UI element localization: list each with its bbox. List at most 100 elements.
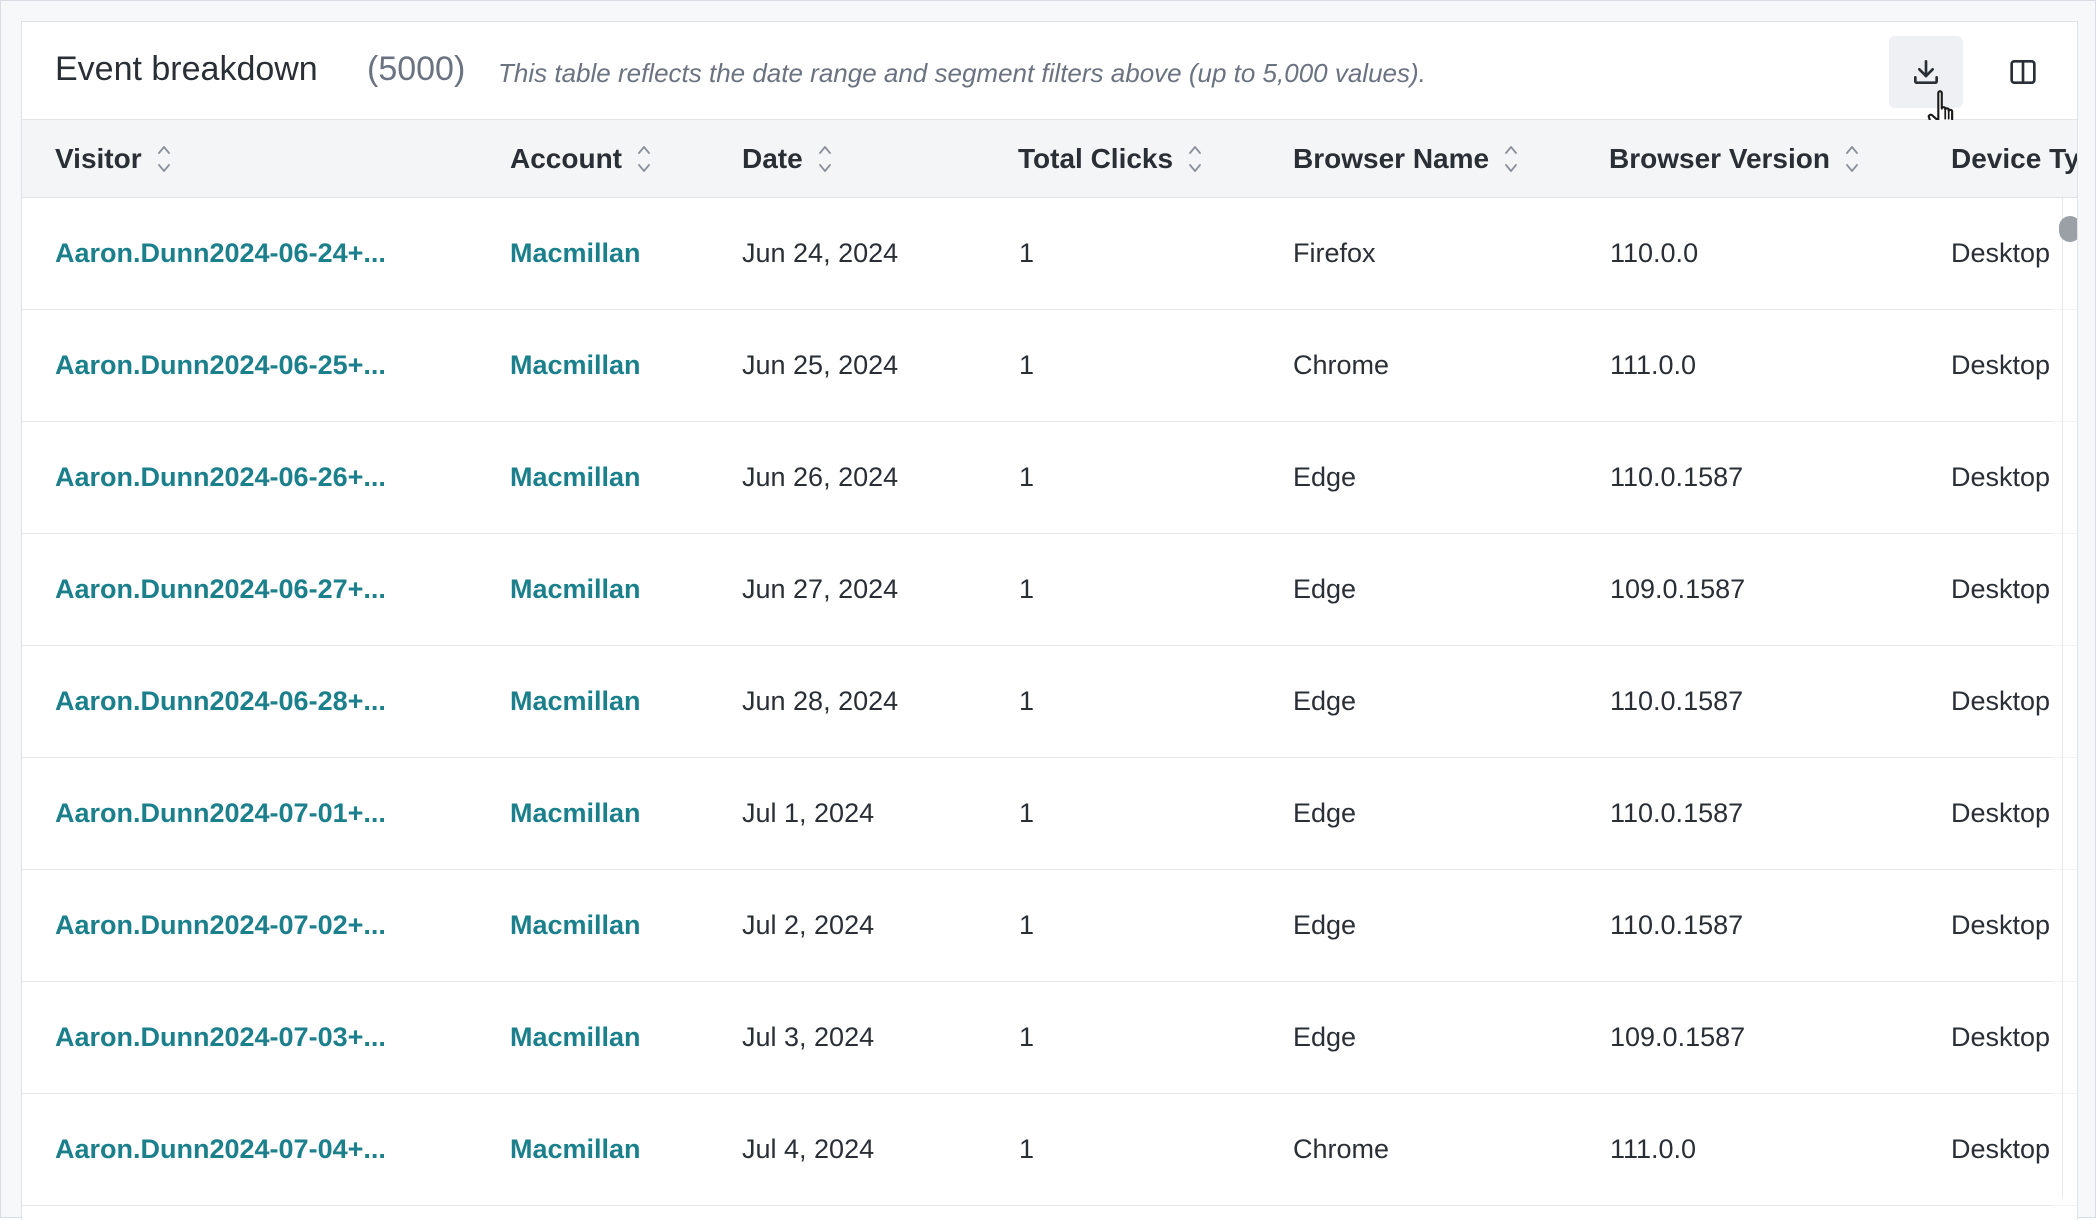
horizontal-overflow-fade: [2052, 198, 2077, 1220]
total-clicks-cell: 1: [1019, 462, 1035, 492]
date-cell: Jun 24, 2024: [742, 238, 899, 268]
download-icon: [1914, 60, 1938, 84]
table-row: Aaron.Dunn2024-06-28+... Macmillan Jun 28,…: [22, 646, 2077, 758]
total-clicks-cell: 1: [1019, 798, 1035, 828]
date-cell: Jun 27, 2024: [742, 574, 899, 604]
browser-name-cell: Firefox: [1293, 238, 1376, 268]
download-button[interactable]: [1889, 36, 1963, 108]
visitor-link[interactable]: Aaron.Dunn2024-06-28+...: [55, 646, 386, 757]
browser-name-cell: Chrome: [1293, 1134, 1390, 1164]
browser-version-cell: 110.0.1587: [1610, 686, 1744, 716]
device-type-cell: Desktop: [1951, 798, 2051, 828]
total-clicks-cell: 1: [1019, 574, 1035, 604]
event-breakdown-card: Event breakdown (5000) This table reflec…: [21, 21, 2078, 1220]
column-label: Visitor: [55, 143, 142, 174]
table-description: This table reflects the date range and s…: [498, 58, 1426, 88]
sort-icon: [157, 146, 170, 172]
device-type-cell: Desktop: [1951, 686, 2051, 716]
total-clicks-cell: 1: [1019, 686, 1035, 716]
card-header: Event breakdown (5000) This table reflec…: [22, 22, 2077, 134]
columns-toggle-icon: [2010, 60, 2036, 84]
account-link[interactable]: Macmillan: [510, 422, 641, 533]
event-table: Visitor Account Date Total Clicks Browse…: [22, 120, 2077, 1220]
column-header-browser-version[interactable]: Browser Version: [1609, 120, 1860, 198]
sort-icon: [638, 146, 650, 172]
browser-name-cell: Edge: [1293, 910, 1357, 940]
column-header-total-clicks[interactable]: Total Clicks: [1018, 120, 1203, 198]
date-cell: Jul 3, 2024: [742, 1022, 875, 1052]
table-row: Aaron.Dunn2024-06-25+... Macmillan Jun 25,…: [22, 310, 2077, 422]
table-row: Aaron.Dunn2024-06-27+... Macmillan Jun 27,…: [22, 534, 2077, 646]
vertical-scrollbar-track: [2062, 198, 2063, 1198]
column-label: Account: [510, 143, 622, 174]
column-header-browser-name[interactable]: Browser Name: [1293, 120, 1519, 198]
visitor-link[interactable]: Aaron.Dunn2024-06-27+...: [55, 534, 386, 645]
total-clicks-cell: 1: [1019, 1134, 1035, 1164]
event-count: (5000): [367, 50, 466, 88]
sort-icon: [1846, 146, 1858, 172]
device-type-cell: Desktop: [1951, 350, 2051, 380]
visitor-link[interactable]: Aaron.Dunn2024-07-03+...: [55, 982, 386, 1093]
account-link[interactable]: Macmillan: [510, 758, 641, 869]
column-header-date[interactable]: Date: [742, 120, 833, 198]
browser-name-cell: Edge: [1293, 574, 1357, 604]
card-title: Event breakdown: [55, 50, 318, 88]
sort-icon: [1505, 146, 1517, 172]
account-link[interactable]: Macmillan: [510, 1094, 641, 1205]
browser-version-cell: 110.0.1587: [1610, 462, 1744, 492]
device-type-cell: Desktop: [1951, 574, 2051, 604]
browser-version-cell: 109.0.1587: [1610, 1022, 1746, 1052]
account-link[interactable]: Macmillan: [510, 198, 641, 309]
column-label: Device Ty: [1951, 143, 2077, 174]
browser-version-cell: 109.0.1587: [1610, 574, 1746, 604]
column-label: Total Clicks: [1018, 143, 1174, 174]
total-clicks-cell: 1: [1019, 910, 1035, 940]
visitor-link[interactable]: Aaron.Dunn2024-07-04+...: [55, 1094, 386, 1205]
table-row: Aaron.Dunn2024-07-01+... Macmillan Jul 1, …: [22, 758, 2077, 870]
visitor-link[interactable]: Aaron.Dunn2024-07-01+...: [55, 758, 386, 869]
browser-version-cell: 110.0.0: [1610, 238, 1699, 268]
table-header: Visitor Account Date Total Clicks Browse…: [22, 120, 2077, 198]
column-label: Browser Version: [1609, 143, 1830, 174]
columns-toggle-button[interactable]: [1986, 36, 2060, 108]
date-cell: Jul 1, 2024: [742, 798, 875, 828]
browser-name-cell: Chrome: [1293, 350, 1390, 380]
visitor-link[interactable]: Aaron.Dunn2024-06-25+...: [55, 310, 386, 421]
table-row: Aaron.Dunn2024-06-26+... Macmillan Jun 26,…: [22, 422, 2077, 534]
device-type-cell: Desktop: [1951, 1134, 2051, 1164]
device-type-cell: Desktop: [1951, 1022, 2051, 1052]
date-cell: Jun 25, 2024: [742, 350, 899, 380]
device-type-cell: Desktop: [1951, 910, 2051, 940]
column-header-visitor[interactable]: Visitor: [55, 120, 172, 198]
column-label: Browser Name: [1293, 143, 1490, 174]
total-clicks-cell: 1: [1019, 350, 1035, 380]
browser-name-cell: Edge: [1293, 462, 1357, 492]
column-label: Date: [742, 143, 803, 174]
table-body: Aaron.Dunn2024-06-24+... Macmillan Jun 24,…: [22, 198, 2077, 1206]
visitor-link[interactable]: Aaron.Dunn2024-06-24+...: [55, 198, 386, 309]
account-link[interactable]: Macmillan: [510, 870, 641, 981]
browser-version-cell: 111.0.0: [1610, 1134, 1697, 1164]
table-row: Aaron.Dunn2024-07-02+... Macmillan Jul 2, …: [22, 870, 2077, 982]
visitor-link[interactable]: Aaron.Dunn2024-07-02+...: [55, 870, 386, 981]
device-type-cell: Desktop: [1951, 462, 2051, 492]
date-cell: Jul 4, 2024: [742, 1134, 875, 1164]
column-header-account[interactable]: Account: [510, 120, 652, 198]
account-link[interactable]: Macmillan: [510, 982, 641, 1093]
sort-icon: [818, 146, 831, 172]
browser-name-cell: Edge: [1293, 686, 1357, 716]
table-row: Aaron.Dunn2024-07-03+... Macmillan Jul 3, …: [22, 982, 2077, 1094]
table-row: Aaron.Dunn2024-07-04+... Macmillan Jul 4, …: [22, 1094, 2077, 1206]
page-frame: Event breakdown (5000) This table reflec…: [0, 0, 2096, 1220]
visitor-link[interactable]: Aaron.Dunn2024-06-26+...: [55, 422, 386, 533]
total-clicks-cell: 1: [1019, 238, 1035, 268]
browser-name-cell: Edge: [1293, 798, 1357, 828]
account-link[interactable]: Macmillan: [510, 310, 641, 421]
column-header-device-type[interactable]: Device Ty: [1951, 120, 2077, 198]
account-link[interactable]: Macmillan: [510, 646, 641, 757]
vertical-scrollbar-thumb[interactable]: [2059, 216, 2077, 242]
date-cell: Jun 26, 2024: [742, 462, 899, 492]
account-link[interactable]: Macmillan: [510, 534, 641, 645]
date-cell: Jun 28, 2024: [742, 686, 899, 716]
browser-version-cell: 110.0.1587: [1610, 910, 1744, 940]
